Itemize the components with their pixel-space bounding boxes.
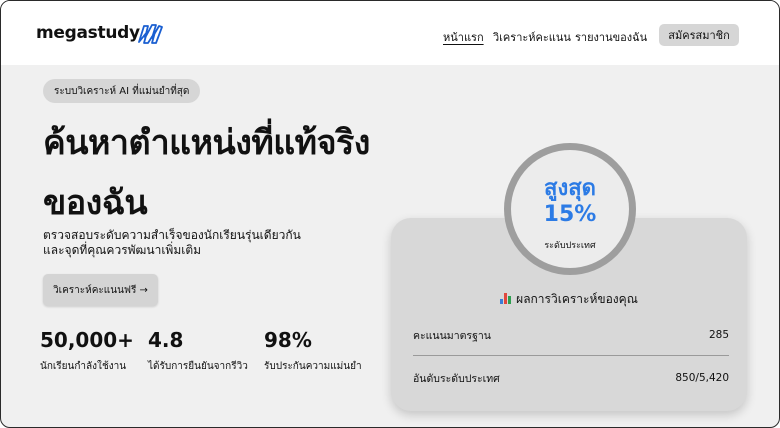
ring-label: ระดับประเทศ xyxy=(544,241,596,251)
row-value: 285 xyxy=(708,329,729,341)
analyze-free-button[interactable]: วิเคราะห์คะแนนฟรี → xyxy=(43,274,158,306)
logo-mark-icon xyxy=(138,24,163,44)
nav-analyze-score[interactable]: วิเคราะห์คะแนน xyxy=(493,28,571,46)
stat-rating: 4.8 ได้รับการยืนยันจากรีวิว xyxy=(148,327,248,374)
result-title-text: ผลการวิเคราะห์ของคุณ xyxy=(516,292,638,306)
stat-label: ได้รับการยืนยันจากรีวิว xyxy=(148,361,248,372)
ring-percent: 15% xyxy=(543,202,597,227)
description-line-1: ตรวจสอบระดับความสำเร็จของนักเรียนรุ่นเดี… xyxy=(43,228,301,242)
stat-value: 4.8 xyxy=(148,328,184,352)
stat-accuracy: 98% รับประกันความแม่นยำ xyxy=(264,327,362,374)
feature-badge: ระบบวิเคราะห์ AI ที่แม่นยำที่สุด xyxy=(43,79,201,103)
bar-chart-icon xyxy=(500,293,512,304)
result-row-standard-score: คะแนนมาตรฐาน 285 xyxy=(413,325,729,345)
stat-label: นักเรียนกำลังใช้งาน xyxy=(40,361,127,372)
description-line-2: และจุดที่คุณควรพัฒนาเพิ่มเติม xyxy=(43,243,202,257)
result-row-national-rank: อันดับระดับประเทศ 850/5,420 xyxy=(413,368,729,388)
stat-students: 50,000+ นักเรียนกำลังใช้งาน xyxy=(40,327,134,374)
ring-top-text: สูงสุด xyxy=(544,176,596,201)
stat-label: รับประกันความแม่นยำ xyxy=(264,361,362,372)
page-title: ค้นหาตำแหน่งที่แท้จริง ของฉัน xyxy=(43,113,483,233)
row-value: 850/5,420 xyxy=(675,372,729,384)
row-divider xyxy=(413,355,729,356)
logo-text[interactable]: megastudy xyxy=(36,23,140,43)
nav-home[interactable]: หน้าแรก xyxy=(443,28,484,46)
percentile-ring: สูงสุด 15% ระดับประเทศ xyxy=(504,143,636,275)
hero-description: ตรวจสอบระดับความสำเร็จของนักเรียนรุ่นเดี… xyxy=(43,228,363,258)
stat-value: 50,000+ xyxy=(40,328,134,352)
headline-line-1: ค้นหาตำแหน่งที่แท้จริง xyxy=(43,123,370,163)
top-header: megastudy หน้าแรก วิเคราะห์คะแนน รายงานข… xyxy=(1,1,779,65)
stat-value: 98% xyxy=(264,328,312,352)
app-window: megastudy หน้าแรก วิเคราะห์คะแนน รายงานข… xyxy=(0,0,780,428)
signup-button[interactable]: สมัครสมาชิก xyxy=(659,24,739,46)
row-label: คะแนนมาตรฐาน xyxy=(413,329,491,342)
result-title: ผลการวิเคราะห์ของคุณ xyxy=(391,290,747,309)
nav-my-report[interactable]: รายงานของฉัน xyxy=(575,28,647,46)
row-label: อันดับระดับประเทศ xyxy=(413,372,500,385)
